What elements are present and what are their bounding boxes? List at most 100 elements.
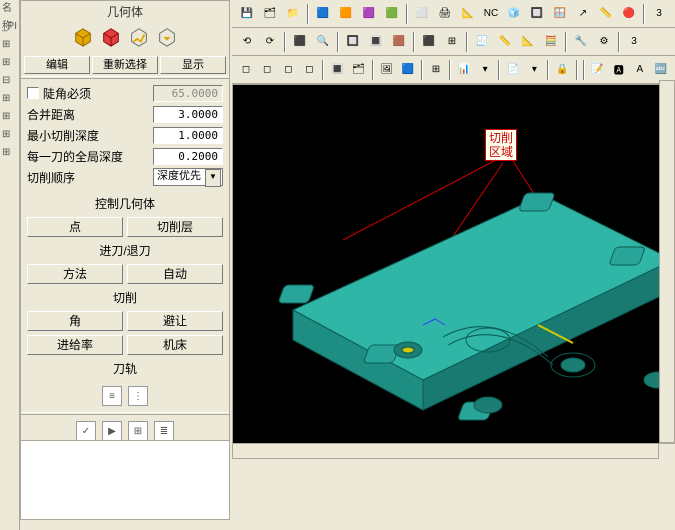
toolbar-button[interactable]: A	[630, 59, 650, 81]
status-area	[232, 460, 675, 530]
toolbar-button[interactable]: 📁	[282, 3, 304, 25]
geom-solid-icon[interactable]	[72, 26, 94, 48]
steep-required-label: 陡角必须	[43, 85, 153, 102]
toolbar-button[interactable]: ◻	[236, 59, 256, 81]
toolbar-button[interactable]: ⊞	[426, 59, 446, 81]
tree-row[interactable]: ⊞	[0, 108, 19, 126]
toolbar-button[interactable]: 📐	[457, 3, 479, 25]
toolbar-button[interactable]: ◻	[278, 59, 298, 81]
toolbar-button[interactable]: 🟦	[398, 59, 418, 81]
3d-viewport[interactable]: 切削 区域 YM	[232, 84, 675, 444]
viewport-scrollbar-vertical[interactable]	[659, 80, 675, 443]
point-button[interactable]: 点	[27, 217, 123, 237]
tree-row[interactable]: ⊞	[0, 36, 19, 54]
toolbar-button[interactable]: NC	[480, 3, 502, 25]
control-geometry-section: 控制几何体	[21, 192, 229, 215]
edit-button[interactable]: 编辑	[24, 56, 90, 74]
geom-check-icon[interactable]	[128, 26, 150, 48]
workpiece-model[interactable]	[273, 185, 673, 415]
tree-row[interactable]: ⊟	[0, 72, 19, 90]
toolbar-button[interactable]: 📄	[503, 59, 523, 81]
avoid-button[interactable]: 避让	[127, 311, 223, 331]
reselect-button[interactable]: 重新选择	[92, 56, 158, 74]
tree-row[interactable]: ⊞	[0, 54, 19, 72]
toolbar-button[interactable]: 📝	[588, 59, 608, 81]
toolbar-button[interactable]: 🔴	[618, 3, 640, 25]
toolbar-button[interactable]: 3	[623, 31, 645, 53]
toolpath-gouge-icon[interactable]: ⋮	[128, 386, 148, 406]
toolbar-button[interactable]: 🔳	[365, 31, 387, 53]
toolbar-button[interactable]: ⊞	[441, 31, 463, 53]
geom-region-icon[interactable]	[156, 26, 178, 48]
toolbar-button[interactable]: ⟳	[259, 31, 281, 53]
object-tree-strip[interactable]: 名称 _PI ⊞ ⊞ ⊟ ⊞ ⊞ ⊞ ⊞	[0, 0, 20, 530]
toolbar-button[interactable]: ⬛	[289, 31, 311, 53]
toolbar-button[interactable]: 🟦	[312, 3, 334, 25]
geom-wire-icon[interactable]	[100, 26, 122, 48]
display-button[interactable]: 显示	[160, 56, 226, 74]
toolbar-button[interactable]: ⟲	[236, 31, 258, 53]
toolbar-button[interactable]: 🖨	[434, 3, 456, 25]
toolbar-button[interactable]: 🔳	[327, 59, 347, 81]
toolbar-button[interactable]: 🧮	[540, 31, 562, 53]
merge-distance-label: 合并距离	[27, 106, 153, 123]
min-cut-depth-input[interactable]: 1.0000	[153, 127, 223, 144]
cutting-section: 切削	[21, 286, 229, 309]
cut-order-select[interactable]: 深度优先	[153, 168, 223, 186]
toolbar-button[interactable]: 🔤	[651, 59, 671, 81]
toolbar-button[interactable]: 🔍	[312, 31, 334, 53]
toolbar-button[interactable]: ⬛	[418, 31, 440, 53]
toolbar-button[interactable]: 🔒	[552, 59, 572, 81]
min-cut-depth-label: 最小切削深度	[27, 127, 153, 144]
method-button[interactable]: 方法	[27, 264, 123, 284]
toolbar-button[interactable]: 🔲	[526, 3, 548, 25]
toolbar-button[interactable]: ↗	[572, 3, 594, 25]
toolbar-button[interactable]: ◻	[299, 59, 319, 81]
tree-row[interactable]: ⊞	[0, 90, 19, 108]
toolbar-button[interactable]: 🟪	[358, 3, 380, 25]
toolbar-button[interactable]: ⬜	[411, 3, 433, 25]
toolbar-button[interactable]: 🧾	[471, 31, 493, 53]
viewport-scrollbar-horizontal[interactable]	[232, 443, 659, 459]
generate-icon[interactable]: ✓	[76, 421, 96, 441]
toolbar-button[interactable]: 3	[648, 3, 670, 25]
tree-row[interactable]: ⊞	[0, 144, 19, 162]
feedrate-button[interactable]: 进给率	[27, 335, 123, 355]
blank-panel	[20, 440, 230, 520]
toolbar-button[interactable]: ◻	[257, 59, 277, 81]
toolbar-button[interactable]: 🟩	[381, 3, 403, 25]
toolbar-button[interactable]: 📏	[595, 3, 617, 25]
steep-required-checkbox[interactable]	[27, 87, 39, 99]
toolbar-button[interactable]: 🖼	[377, 59, 397, 81]
toolbar-button[interactable]: 🟫	[388, 31, 410, 53]
replay-icon[interactable]: ▶	[102, 421, 122, 441]
toolbar-button[interactable]: 💾	[236, 3, 258, 25]
auto-button[interactable]: 自动	[127, 264, 223, 284]
global-depth-input[interactable]: 0.2000	[153, 148, 223, 165]
toolbar-button[interactable]: 📊	[454, 59, 474, 81]
tree-row[interactable]: _PI	[0, 18, 19, 36]
toolbar-button[interactable]: 🪟	[549, 3, 571, 25]
tree-row[interactable]: ⊞	[0, 126, 19, 144]
verify-icon[interactable]: ⊞	[128, 421, 148, 441]
list-icon[interactable]: ≣	[154, 421, 174, 441]
toolbar-button[interactable]: ▾	[524, 59, 544, 81]
toolbar-button[interactable]: 🔲	[342, 31, 364, 53]
corner-button[interactable]: 角	[27, 311, 123, 331]
toolbar-button[interactable]: ⚙	[593, 31, 615, 53]
toolbar-button[interactable]: 🧊	[503, 3, 525, 25]
toolbar-button[interactable]: 🟧	[335, 3, 357, 25]
toolbar-stack: 💾🗂📁🟦🟧🟪🟩⬜🖨📐NC🧊🔲🪟↗📏🔴3 ⟲⟳⬛🔍🔲🔳🟫⬛⊞🧾📏📐🧮🔧⚙3 ◻◻◻…	[232, 0, 675, 85]
toolbar-button[interactable]: 🗂	[259, 3, 281, 25]
toolbar-button[interactable]: 📐	[517, 31, 539, 53]
cut-layer-button[interactable]: 切削层	[127, 217, 223, 237]
toolbar-button[interactable]: 🔧	[570, 31, 592, 53]
toolbar-button[interactable]: 🗂	[349, 59, 369, 81]
toolbar-button[interactable]: 📏	[494, 31, 516, 53]
toolbar-button[interactable]: ▾	[475, 59, 495, 81]
toolbar-button[interactable]: 🅰	[609, 59, 629, 81]
machine-button[interactable]: 机床	[127, 335, 223, 355]
geometry-dialog: 几何体 编辑 重新选择 显示 陡角必须 65.0000	[20, 0, 230, 481]
toolpath-list-icon[interactable]: ≡	[102, 386, 122, 406]
merge-distance-input[interactable]: 3.0000	[153, 106, 223, 123]
